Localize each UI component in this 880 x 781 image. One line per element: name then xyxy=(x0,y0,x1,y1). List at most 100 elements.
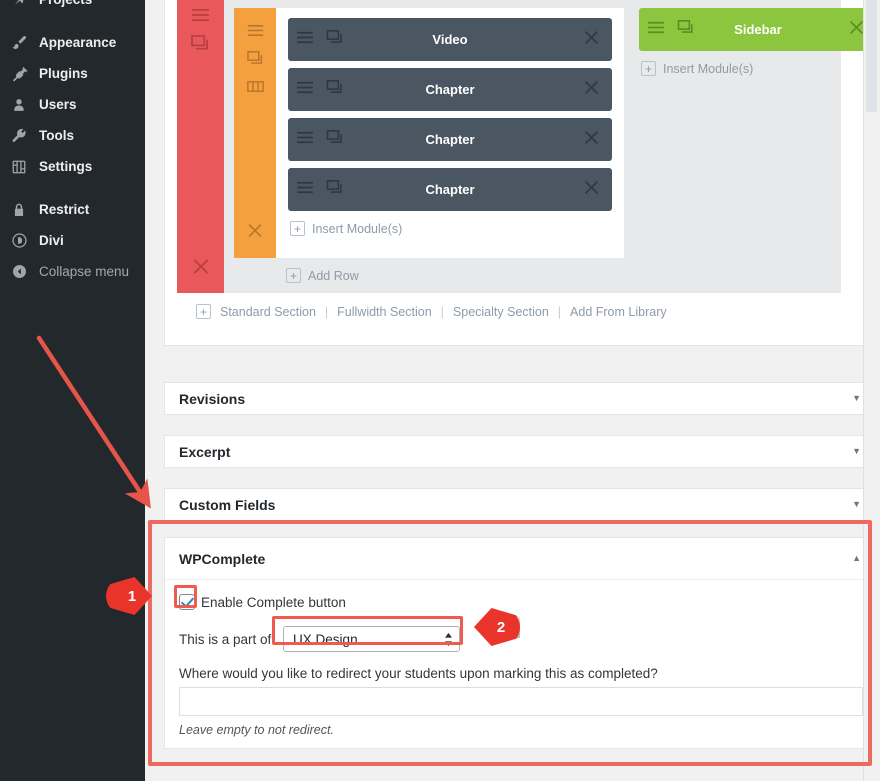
insert-modules-button-sidebar[interactable]: + Insert Module(s) xyxy=(639,58,877,76)
highlight-part-of-select xyxy=(272,616,463,645)
clone-icon[interactable] xyxy=(326,29,344,50)
insert-modules-button[interactable]: + Insert Module(s) xyxy=(288,218,612,236)
hamburger-icon[interactable] xyxy=(647,21,665,39)
scrollbar-thumb[interactable] xyxy=(866,0,877,112)
clone-icon[interactable] xyxy=(326,129,344,150)
sliders-icon xyxy=(8,157,30,177)
callout-badge-1-label: 1 xyxy=(127,587,137,605)
highlight-wpcomplete-box xyxy=(148,520,872,766)
close-icon[interactable] xyxy=(583,79,600,101)
module-item[interactable]: Chapter xyxy=(288,168,612,211)
sidebar-item-label: Settings xyxy=(39,159,93,174)
separator: | xyxy=(324,304,329,319)
divi-builder-panel: Video Chapter Chapter Chapter + Insert M… xyxy=(164,0,877,346)
columns-icon[interactable] xyxy=(246,80,264,98)
close-icon[interactable] xyxy=(191,257,210,281)
callout-badge-2-label: 2 xyxy=(496,618,506,636)
module-item[interactable]: Chapter xyxy=(288,118,612,161)
sidebar-item-label: Collapse menu xyxy=(39,264,130,279)
add-specialty-section-link[interactable]: Specialty Section xyxy=(453,305,549,319)
chevron-down-icon[interactable]: ▼ xyxy=(852,500,861,509)
plug-icon xyxy=(8,64,30,84)
divi-icon xyxy=(8,231,30,251)
metabox-excerpt[interactable]: Excerpt ▼ xyxy=(164,435,876,468)
sidebar-item-label: Plugins xyxy=(39,66,88,81)
lock-icon xyxy=(8,200,30,220)
collapse-icon xyxy=(8,262,30,282)
close-icon[interactable] xyxy=(583,129,600,151)
clone-icon[interactable] xyxy=(326,179,344,200)
clone-icon[interactable] xyxy=(326,79,344,100)
add-row-label: Add Row xyxy=(308,268,359,283)
close-icon[interactable] xyxy=(848,19,865,41)
separator: | xyxy=(557,304,562,319)
add-section-links: + Standard Section | Fullwidth Section |… xyxy=(196,304,667,319)
metabox-header[interactable]: Revisions ▼ xyxy=(165,383,875,414)
hamburger-icon[interactable] xyxy=(296,131,314,149)
module-item[interactable]: Chapter xyxy=(288,68,612,111)
close-icon[interactable] xyxy=(247,222,264,244)
sidebar-item-projects[interactable]: Projects xyxy=(0,0,145,15)
plus-icon: + xyxy=(290,221,305,236)
plus-icon: + xyxy=(196,304,211,319)
builder-sidebar-column: Sidebar + Insert Module(s) xyxy=(639,8,877,258)
user-icon xyxy=(8,95,30,115)
wp-admin-sidebar: Projects Appearance Plugins Users xyxy=(0,0,145,781)
chevron-down-icon[interactable]: ▼ xyxy=(852,447,861,456)
builder-row: Video Chapter Chapter Chapter + Insert M… xyxy=(234,8,624,258)
module-item-sidebar[interactable]: Sidebar xyxy=(639,8,877,51)
metabox-header[interactable]: Custom Fields ▼ xyxy=(165,489,875,520)
clone-icon[interactable] xyxy=(677,19,695,40)
section-controls-bar xyxy=(177,0,224,293)
wrench-icon xyxy=(8,126,30,146)
module-item[interactable]: Video xyxy=(288,18,612,61)
separator: | xyxy=(440,304,444,319)
sidebar-item-label: Tools xyxy=(39,128,74,143)
highlight-enable-checkbox xyxy=(174,585,197,608)
sidebar-item-restrict[interactable]: Restrict xyxy=(0,194,145,225)
add-standard-section-link[interactable]: Standard Section xyxy=(220,305,316,319)
chevron-down-icon[interactable]: ▼ xyxy=(852,394,861,403)
add-row-button[interactable]: + Add Row xyxy=(286,268,359,283)
hamburger-icon[interactable] xyxy=(296,181,314,199)
sidebar-item-collapse-menu[interactable]: Collapse menu xyxy=(0,256,145,287)
hamburger-icon[interactable] xyxy=(296,81,314,99)
metabox-title: Custom Fields xyxy=(179,496,276,513)
add-from-library-link[interactable]: Add From Library xyxy=(570,305,667,319)
add-fullwidth-section-link[interactable]: Fullwidth Section xyxy=(337,305,432,319)
plus-icon: + xyxy=(641,61,656,76)
hamburger-icon[interactable] xyxy=(296,31,314,49)
pin-icon xyxy=(8,0,30,10)
brush-icon xyxy=(8,33,30,53)
sidebar-item-appearance[interactable]: Appearance xyxy=(0,27,145,58)
insert-modules-label: Insert Module(s) xyxy=(663,61,754,76)
sidebar-item-divi[interactable]: Divi xyxy=(0,225,145,256)
insert-modules-label: Insert Module(s) xyxy=(312,221,403,236)
close-icon[interactable] xyxy=(583,29,600,51)
metabox-revisions[interactable]: Revisions ▼ xyxy=(164,382,876,415)
metabox-title: Excerpt xyxy=(179,443,231,460)
sidebar-item-label: Users xyxy=(39,97,77,112)
sidebar-item-tools[interactable]: Tools xyxy=(0,120,145,151)
sidebar-item-label: Divi xyxy=(39,233,64,248)
module-name: Sidebar xyxy=(734,22,782,37)
builder-section: Video Chapter Chapter Chapter + Insert M… xyxy=(177,0,877,293)
clone-icon[interactable] xyxy=(191,35,210,57)
metabox-custom-fields[interactable]: Custom Fields ▼ xyxy=(164,488,876,521)
sidebar-item-label: Restrict xyxy=(39,202,90,217)
clone-icon[interactable] xyxy=(246,51,264,71)
sidebar-item-users[interactable]: Users xyxy=(0,89,145,120)
metabox-title: Revisions xyxy=(179,390,246,407)
close-icon[interactable] xyxy=(583,179,600,201)
sidebar-item-plugins[interactable]: Plugins xyxy=(0,58,145,89)
sidebar-item-settings[interactable]: Settings xyxy=(0,151,145,182)
section-body: Video Chapter Chapter Chapter + Insert M… xyxy=(224,0,877,293)
hamburger-icon[interactable] xyxy=(247,24,264,42)
metabox-header[interactable]: Excerpt ▼ xyxy=(165,436,875,467)
module-list: Video Chapter Chapter Chapter + Insert M… xyxy=(276,8,624,258)
row-controls-bar xyxy=(234,8,276,258)
hamburger-icon[interactable] xyxy=(191,8,210,27)
plus-icon: + xyxy=(286,268,301,283)
